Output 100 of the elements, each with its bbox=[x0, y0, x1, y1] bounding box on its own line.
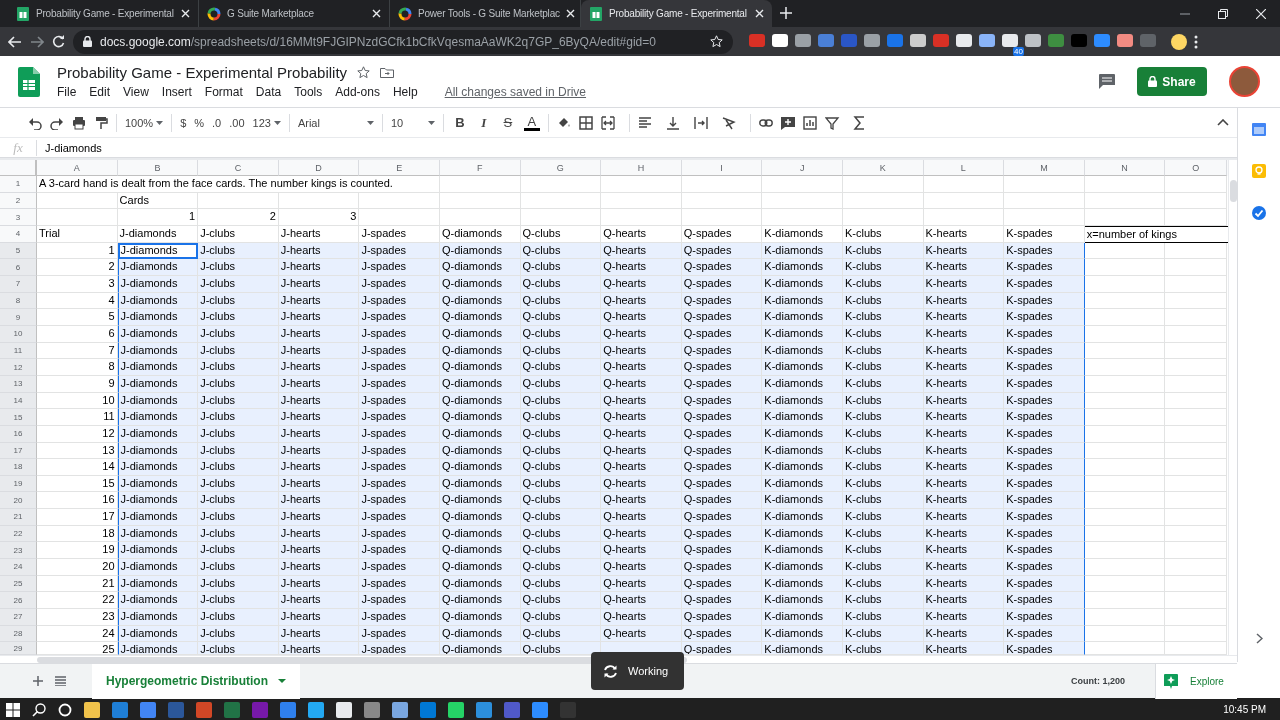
table-cell[interactable] bbox=[520, 176, 602, 193]
decrease-decimals-button[interactable]: .0 bbox=[212, 116, 222, 129]
table-cell[interactable] bbox=[842, 192, 924, 210]
table-cell[interactable]: J-spades bbox=[359, 542, 440, 560]
table-cell[interactable]: K-clubs bbox=[842, 492, 924, 510]
table-cell[interactable]: J-diamonds bbox=[117, 492, 199, 510]
windows-logo-icon[interactable] bbox=[6, 702, 20, 717]
collapse-icon[interactable] bbox=[1217, 119, 1229, 126]
table-cell[interactable]: 9 bbox=[37, 375, 118, 393]
table-cell[interactable]: Q-hearts bbox=[601, 259, 682, 276]
column-header[interactable]: M bbox=[1004, 160, 1085, 176]
table-cell[interactable] bbox=[1004, 192, 1085, 210]
table-cell[interactable]: Q-diamonds bbox=[439, 609, 521, 626]
table-cell[interactable]: Q-clubs bbox=[520, 459, 602, 476]
table-cell[interactable]: 13 bbox=[37, 442, 118, 460]
table-cell[interactable] bbox=[520, 192, 602, 210]
table-cell[interactable]: 10 bbox=[37, 392, 118, 410]
row-header[interactable]: 26 bbox=[0, 592, 37, 610]
row-header[interactable]: 12 bbox=[0, 359, 37, 376]
table-cell[interactable]: K-diamonds bbox=[762, 225, 843, 243]
menu-item[interactable]: Format bbox=[204, 85, 250, 99]
table-cell[interactable]: Q-spades bbox=[681, 542, 763, 560]
table-cell[interactable] bbox=[1165, 275, 1228, 293]
table-cell[interactable] bbox=[520, 209, 602, 226]
table-cell[interactable]: J-diamonds bbox=[117, 359, 199, 376]
forward-icon[interactable] bbox=[30, 35, 44, 48]
table-cell[interactable]: Q-spades bbox=[681, 309, 763, 326]
table-cell[interactable]: Q-spades bbox=[681, 459, 763, 476]
table-cell[interactable]: Q-diamonds bbox=[439, 225, 521, 243]
table-cell[interactable] bbox=[1165, 342, 1228, 360]
row-header[interactable]: 27 bbox=[0, 609, 37, 626]
table-cell[interactable]: J-spades bbox=[359, 259, 440, 276]
table-cell[interactable] bbox=[1084, 509, 1166, 526]
row-header[interactable]: 23 bbox=[0, 542, 37, 560]
table-cell[interactable]: J-hearts bbox=[278, 542, 360, 560]
table-cell[interactable]: K-spades bbox=[1004, 259, 1085, 276]
account-avatar[interactable] bbox=[1229, 66, 1260, 97]
table-cell[interactable]: J-hearts bbox=[278, 492, 360, 510]
table-cell[interactable] bbox=[1165, 242, 1228, 260]
table-cell[interactable] bbox=[1165, 609, 1228, 626]
table-cell[interactable]: Q-clubs bbox=[520, 359, 602, 376]
table-cell[interactable] bbox=[1084, 409, 1166, 426]
table-cell[interactable] bbox=[1084, 492, 1166, 510]
extension-icon[interactable] bbox=[910, 33, 926, 47]
search-icon[interactable] bbox=[32, 702, 46, 717]
table-cell[interactable]: J-hearts bbox=[278, 409, 360, 426]
table-cell[interactable]: J-clubs bbox=[198, 592, 279, 610]
table-cell[interactable] bbox=[439, 209, 521, 226]
table-cell[interactable]: Q-clubs bbox=[520, 609, 602, 626]
table-cell[interactable] bbox=[1084, 575, 1166, 593]
table-cell[interactable]: 23 bbox=[37, 609, 118, 626]
table-cell[interactable]: J-diamonds bbox=[117, 542, 199, 560]
table-cell[interactable]: Q-diamonds bbox=[439, 592, 521, 610]
table-cell[interactable]: 16 bbox=[37, 492, 118, 510]
table-cell[interactable]: K-clubs bbox=[842, 309, 924, 326]
table-cell[interactable]: K-clubs bbox=[842, 225, 924, 243]
borders-icon[interactable] bbox=[578, 115, 593, 130]
table-cell[interactable]: Q-diamonds bbox=[439, 492, 521, 510]
table-cell[interactable]: 21 bbox=[37, 575, 118, 593]
table-cell[interactable] bbox=[198, 192, 279, 210]
table-cell[interactable]: K-spades bbox=[1004, 459, 1085, 476]
row-header[interactable]: 3 bbox=[0, 209, 37, 226]
table-cell[interactable]: K-hearts bbox=[923, 459, 1005, 476]
table-cell[interactable] bbox=[1165, 575, 1228, 593]
table-cell[interactable] bbox=[1165, 325, 1228, 343]
row-header[interactable]: 20 bbox=[0, 492, 37, 510]
table-cell[interactable] bbox=[1165, 292, 1228, 310]
table-cell[interactable]: K-spades bbox=[1004, 609, 1085, 626]
table-cell[interactable]: J-hearts bbox=[278, 459, 360, 476]
row-header[interactable]: 24 bbox=[0, 559, 37, 576]
extension-icon[interactable] bbox=[1002, 33, 1018, 47]
table-cell[interactable] bbox=[1165, 392, 1228, 410]
table-cell[interactable]: Q-spades bbox=[681, 225, 763, 243]
save-status-link[interactable]: All changes saved in Drive bbox=[444, 85, 587, 99]
table-cell[interactable]: J-spades bbox=[359, 309, 440, 326]
strikethrough-button[interactable]: S bbox=[499, 115, 516, 130]
table-cell[interactable] bbox=[601, 176, 682, 193]
table-cell[interactable] bbox=[923, 176, 1005, 193]
table-cell[interactable]: K-spades bbox=[1004, 542, 1085, 560]
table-cell[interactable] bbox=[440, 176, 521, 193]
table-cell[interactable]: K-clubs bbox=[842, 609, 924, 626]
row-header[interactable]: 6 bbox=[0, 259, 37, 276]
table-cell[interactable]: J-spades bbox=[359, 609, 440, 626]
close-icon[interactable] bbox=[565, 9, 575, 18]
table-cell[interactable]: Q-spades bbox=[681, 359, 763, 376]
extension-icon[interactable] bbox=[1117, 33, 1133, 47]
menu-item[interactable]: File bbox=[57, 85, 84, 99]
table-cell[interactable]: K-hearts bbox=[923, 559, 1005, 576]
browser-tab[interactable]: Probability Game - Experimental bbox=[581, 0, 772, 27]
table-cell[interactable]: K-diamonds bbox=[762, 492, 843, 510]
table-cell[interactable] bbox=[278, 192, 360, 210]
table-cell[interactable] bbox=[359, 192, 440, 210]
table-cell[interactable] bbox=[1165, 592, 1228, 610]
table-cell[interactable]: 15 bbox=[37, 475, 118, 493]
table-cell[interactable] bbox=[1165, 492, 1228, 510]
table-cell[interactable]: J-hearts bbox=[278, 259, 360, 276]
table-cell[interactable]: K-hearts bbox=[923, 309, 1005, 326]
expand-panel-icon[interactable] bbox=[1255, 633, 1263, 644]
table-cell[interactable] bbox=[37, 192, 118, 210]
table-cell[interactable] bbox=[681, 209, 763, 226]
